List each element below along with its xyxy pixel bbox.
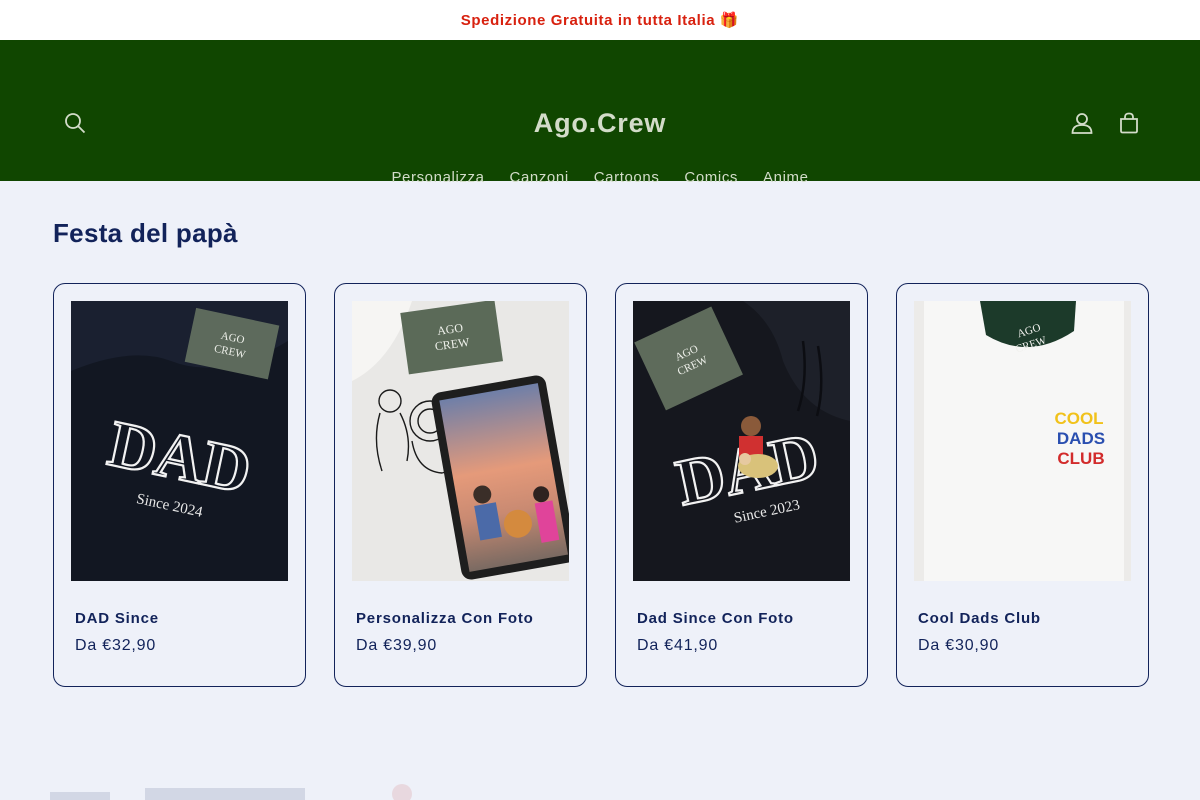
print-text-cool: COOL [1054,409,1103,428]
main-nav: Personalizza Canzoni Cartoons Comics Ani… [0,168,1200,188]
account-icon[interactable] [1065,106,1099,140]
print-text-club: CLUB [1057,449,1104,468]
product-price: Da €39,90 [356,637,438,654]
print-text-dads: DADS [1057,429,1105,448]
product-image[interactable]: AGO CREW COOL DADS CLUB [914,301,1131,581]
nav-item-anime[interactable]: Anime [751,168,822,188]
site-logo[interactable]: Ago.Crew [0,106,1200,140]
product-name[interactable]: Personalizza Con Foto [356,610,534,627]
product-image[interactable]: AGO CREW [352,301,569,581]
product-card[interactable]: AGO CREW DAD Since 2023 Dad Since Con Fo… [615,283,868,687]
product-card[interactable]: AGO CREW DAD Since 2024 DAD Since Da €32… [53,283,306,687]
product-price: Da €30,90 [918,637,1000,654]
section-title: Festa del papà [53,218,238,248]
nav-item-personalizza[interactable]: Personalizza [379,168,497,188]
product-name[interactable]: Dad Since Con Foto [637,610,794,627]
next-section-heading-partial [50,782,450,800]
nav-item-comics[interactable]: Comics [672,168,751,188]
product-name[interactable]: DAD Since [75,610,159,627]
product-image[interactable]: AGO CREW DAD Since 2023 [633,301,850,581]
product-name[interactable]: Cool Dads Club [918,610,1041,627]
product-price: Da €41,90 [637,637,719,654]
announcement-bar: Spedizione Gratuita in tutta Italia 🎁 [0,0,1200,40]
nav-item-cartoons[interactable]: Cartoons [581,168,672,188]
announcement-text: Spedizione Gratuita in tutta Italia 🎁 [460,12,740,29]
product-card[interactable]: AGO CREW Personalizza Con Foto Da €39,90 [334,283,587,687]
nav-item-canzoni[interactable]: Canzoni [497,168,581,188]
product-grid: AGO CREW DAD Since 2024 DAD Since Da €32… [53,283,1149,687]
site-header: Ago.Crew Personalizza Canzoni Cartoons C… [0,40,1200,186]
product-price: Da €32,90 [75,637,157,654]
cart-icon[interactable] [1112,106,1146,140]
product-card[interactable]: AGO CREW COOL DADS CLUB Cool Dads Club D… [896,283,1149,687]
product-image[interactable]: AGO CREW DAD Since 2024 [71,301,288,581]
